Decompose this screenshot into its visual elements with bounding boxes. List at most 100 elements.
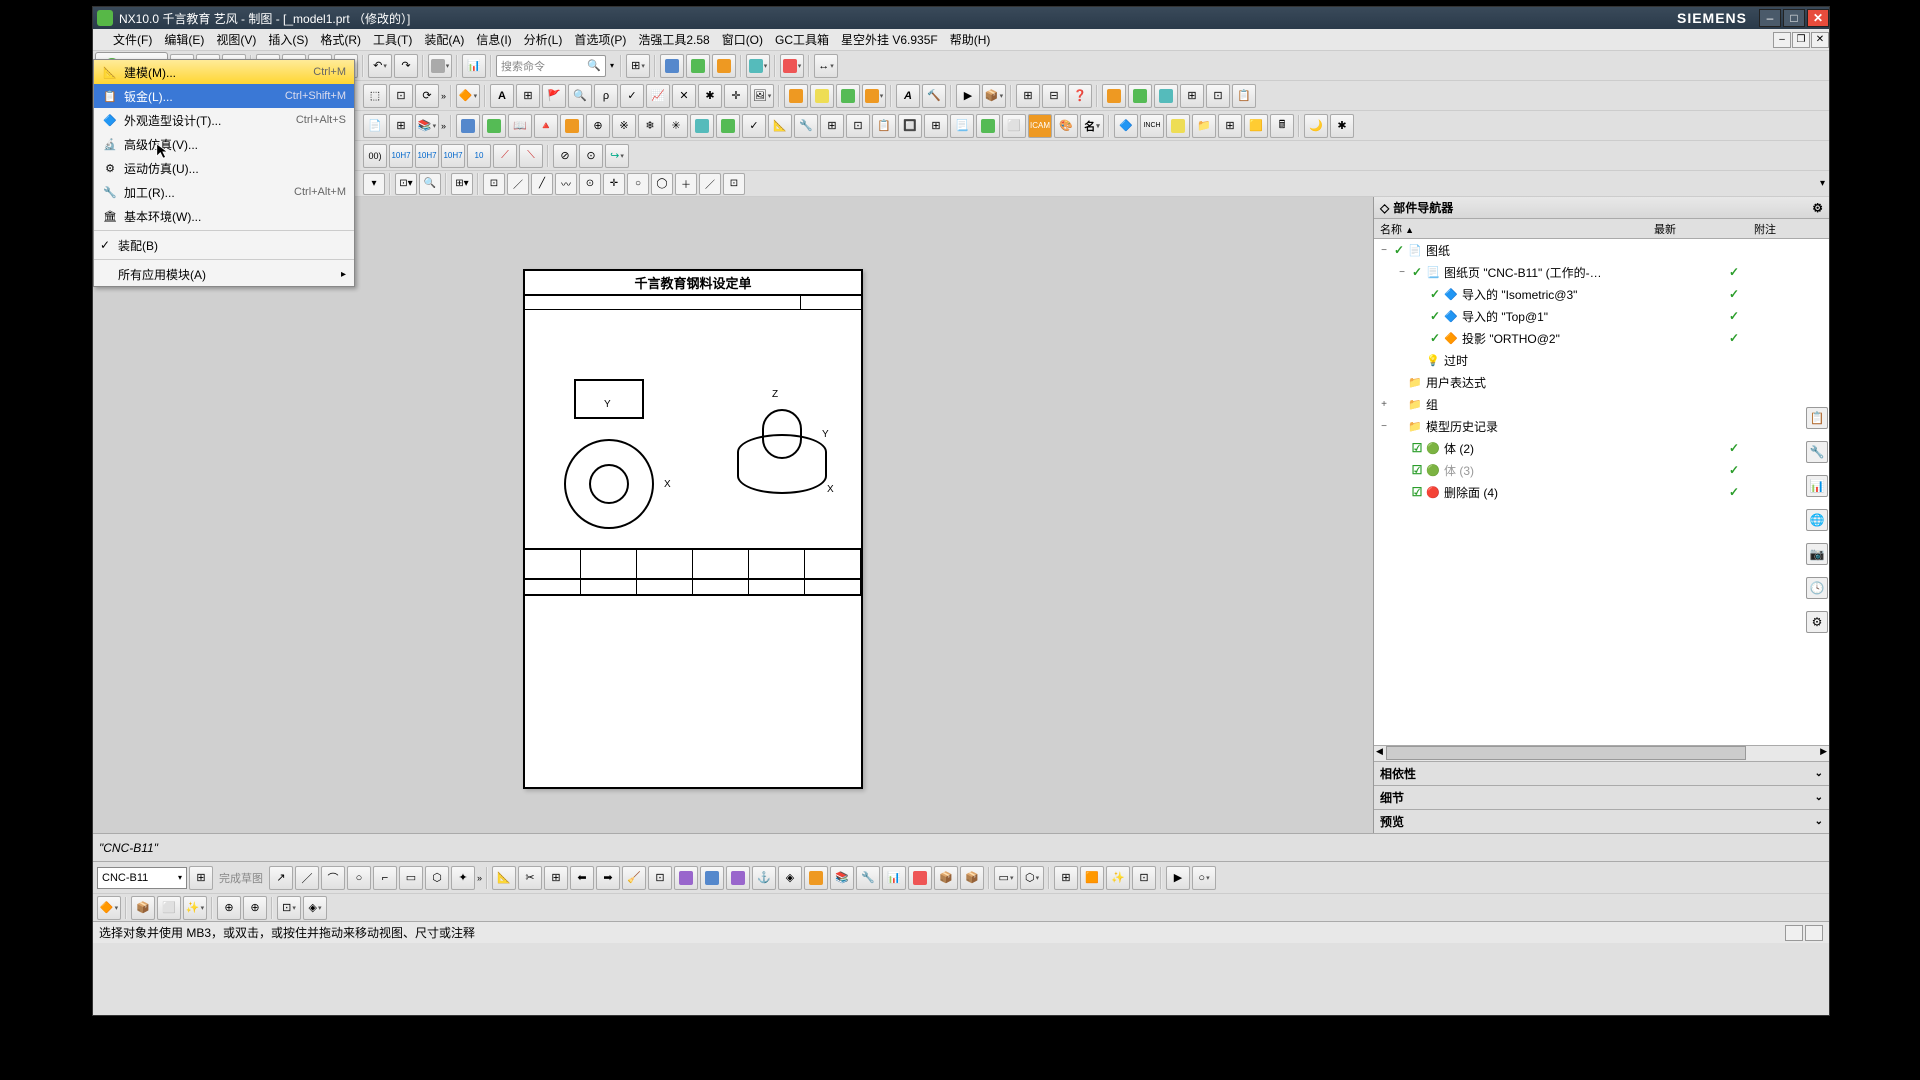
tb4-10[interactable]: ↪: [605, 144, 629, 168]
rb-2[interactable]: 🔧: [1806, 441, 1828, 463]
fb-6[interactable]: ／: [507, 173, 529, 195]
mdi-min[interactable]: –: [1773, 32, 1791, 48]
tool-c6[interactable]: ↔: [814, 54, 838, 78]
menu-xk[interactable]: 星空外挂 V6.935F: [835, 31, 944, 48]
menu-view[interactable]: 视图(V): [210, 31, 262, 48]
bt1-30[interactable]: ⊞: [1054, 866, 1078, 890]
tree-row[interactable]: +📁组: [1374, 393, 1829, 415]
tb2-1[interactable]: ⬚: [363, 84, 387, 108]
menu-edit[interactable]: 编辑(E): [158, 31, 210, 48]
bt1-31[interactable]: 🟧: [1080, 866, 1104, 890]
bt1-10[interactable]: ✂: [518, 866, 542, 890]
tb2-26[interactable]: [1154, 84, 1178, 108]
tb3-26[interactable]: 🎨: [1054, 114, 1078, 138]
rb-4[interactable]: 🌐: [1806, 509, 1828, 531]
tb3-28[interactable]: [1166, 114, 1190, 138]
tb3-32[interactable]: 🖩: [1270, 114, 1294, 138]
tb4-6[interactable]: ⟋: [493, 144, 517, 168]
zoom-out[interactable]: 🔍: [568, 84, 592, 108]
bt1-2[interactable]: ／: [295, 866, 319, 890]
nav-section-depend[interactable]: 相依性⌄: [1374, 761, 1829, 785]
start-item-adv-sim[interactable]: 🔬 高级仿真(V)...: [94, 132, 354, 156]
menu-analysis[interactable]: 分析(L): [518, 31, 569, 48]
bt1-22[interactable]: 📚: [830, 866, 854, 890]
bt2-5[interactable]: ⊕: [217, 896, 241, 920]
bt1-9[interactable]: 📐: [492, 866, 516, 890]
rb-3[interactable]: 📊: [1806, 475, 1828, 497]
tb2-8[interactable]: 📈: [646, 84, 670, 108]
menu-format[interactable]: 格式(R): [314, 31, 367, 48]
menu-tools[interactable]: 工具(T): [367, 31, 418, 48]
fb-15[interactable]: ⊡: [723, 173, 745, 195]
bt1-35[interactable]: ○: [1192, 866, 1216, 890]
tol-5[interactable]: 10: [467, 144, 491, 168]
tb3-6[interactable]: 📖: [508, 114, 532, 138]
start-item-machining[interactable]: 🔧 加工(R)... Ctrl+Alt+M: [94, 180, 354, 204]
bt1-29[interactable]: ⬡: [1020, 866, 1044, 890]
tb2-7[interactable]: ✓: [620, 84, 644, 108]
tb2-23[interactable]: ❓: [1068, 84, 1092, 108]
fb-14[interactable]: ／: [699, 173, 721, 195]
tool-a[interactable]: [428, 54, 452, 78]
bt1-21[interactable]: [804, 866, 828, 890]
tb2-27[interactable]: ⊞: [1180, 84, 1204, 108]
nav-section-detail[interactable]: 细节⌄: [1374, 785, 1829, 809]
tb3-1[interactable]: 📄: [363, 114, 387, 138]
bt1-4[interactable]: ○: [347, 866, 371, 890]
bt1-1[interactable]: ↗: [269, 866, 293, 890]
fb-13[interactable]: ＋: [675, 173, 697, 195]
view-style[interactable]: ⊞: [626, 54, 650, 78]
tb3-9[interactable]: ⊕: [586, 114, 610, 138]
fb-12[interactable]: ◯: [651, 173, 673, 195]
pb-1[interactable]: [1785, 925, 1803, 941]
menu-insert[interactable]: 插入(S): [262, 31, 314, 48]
start-item-sheetmetal[interactable]: 📋 钣金(L)... Ctrl+Shift+M: [94, 84, 354, 108]
bt1-19[interactable]: ⚓: [752, 866, 776, 890]
mdi-restore[interactable]: ❐: [1792, 32, 1810, 48]
tb2-11[interactable]: ✛: [724, 84, 748, 108]
tb3-3[interactable]: 📚: [415, 114, 439, 138]
tb3-22[interactable]: ⊞: [924, 114, 948, 138]
bt1-26[interactable]: 📦: [934, 866, 958, 890]
tb2-25[interactable]: [1128, 84, 1152, 108]
tb4-9[interactable]: ⊙: [579, 144, 603, 168]
bt1-32[interactable]: ✨: [1106, 866, 1130, 890]
fb-9[interactable]: ⊙: [579, 173, 601, 195]
tb3-18[interactable]: ⊞: [820, 114, 844, 138]
fb-4[interactable]: ⊞▾: [451, 173, 473, 195]
bt2-6[interactable]: ⊕: [243, 896, 267, 920]
tool-c1[interactable]: [660, 54, 684, 78]
rb-6[interactable]: 🕓: [1806, 577, 1828, 599]
tb2-5[interactable]: ⊞: [516, 84, 540, 108]
tree-row[interactable]: 📁用户表达式: [1374, 371, 1829, 393]
bt2-4[interactable]: ✨: [183, 896, 207, 920]
tool-c2[interactable]: [686, 54, 710, 78]
tree-row[interactable]: ☑🟢体 (2)✓: [1374, 437, 1829, 459]
start-item-shape[interactable]: 🔷 外观造型设计(T)... Ctrl+Alt+S: [94, 108, 354, 132]
text-A[interactable]: A: [490, 84, 514, 108]
tb3-14[interactable]: [716, 114, 740, 138]
bt1-16[interactable]: [674, 866, 698, 890]
tb3-24[interactable]: [976, 114, 1000, 138]
tb4-7[interactable]: ⟍: [519, 144, 543, 168]
tb2-20[interactable]: 📦: [982, 84, 1006, 108]
bt1-23[interactable]: 🔧: [856, 866, 880, 890]
tree-row[interactable]: ✓🔶投影 "ORTHO@2"✓: [1374, 327, 1829, 349]
menu-prefs[interactable]: 首选项(P): [568, 31, 632, 48]
tb3-icam[interactable]: ICAM: [1028, 114, 1052, 138]
tb3-23[interactable]: 📃: [950, 114, 974, 138]
tb2-14[interactable]: [810, 84, 834, 108]
menu-window[interactable]: 窗口(O): [716, 31, 769, 48]
start-item-all-apps[interactable]: 所有应用模块(A): [94, 262, 354, 286]
bt2-8[interactable]: ◈: [303, 896, 327, 920]
tool-b[interactable]: 📊: [462, 54, 486, 78]
fb-11[interactable]: ○: [627, 173, 649, 195]
tb3-8[interactable]: [560, 114, 584, 138]
navigator-hscroll[interactable]: ◀▶: [1374, 745, 1829, 761]
tb2-17[interactable]: A: [896, 84, 920, 108]
tb2-16[interactable]: [862, 84, 886, 108]
tol-2[interactable]: 10H7: [389, 144, 413, 168]
fb-10[interactable]: ✛: [603, 173, 625, 195]
menu-file[interactable]: 文件(F): [107, 31, 158, 48]
tb2-3[interactable]: ⟳: [415, 84, 439, 108]
